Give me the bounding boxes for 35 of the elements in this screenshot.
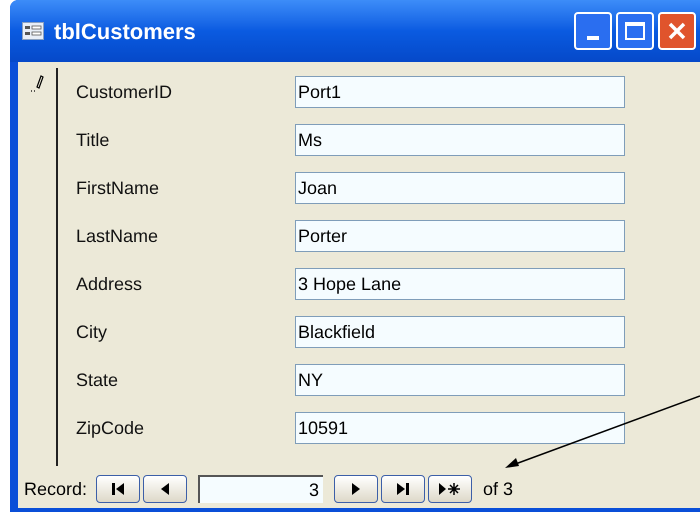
field-label: Address xyxy=(75,272,144,296)
input-field[interactable]: Blackfield xyxy=(295,316,625,348)
first-icon xyxy=(110,481,126,497)
previous-record-button[interactable] xyxy=(143,475,188,503)
field-label: ZipCode xyxy=(75,416,146,440)
input-field[interactable]: NY xyxy=(295,364,625,396)
input-field[interactable]: 10591 xyxy=(295,412,625,444)
field-label: Title xyxy=(75,128,110,152)
minimize-button[interactable] xyxy=(574,12,612,50)
previous-icon xyxy=(159,481,172,497)
last-icon xyxy=(395,481,412,497)
last-record-button[interactable] xyxy=(381,475,426,503)
record-number-field[interactable]: 3 xyxy=(198,475,324,503)
next-record-button[interactable] xyxy=(334,475,378,503)
next-icon xyxy=(350,481,362,497)
maximize-button[interactable] xyxy=(616,12,654,50)
form-icon xyxy=(22,22,44,40)
first-record-button[interactable] xyxy=(96,475,140,503)
record-label: Record: xyxy=(24,478,88,500)
pencil-icon xyxy=(30,74,44,92)
input-field[interactable]: Port1 xyxy=(295,76,625,108)
record-count: of 3 xyxy=(483,478,514,500)
input-field[interactable]: Porter xyxy=(295,220,625,252)
input-field[interactable]: Joan xyxy=(295,172,625,204)
new-record-button[interactable] xyxy=(428,475,472,503)
field-label: CustomerID xyxy=(75,80,174,104)
field-label: State xyxy=(75,368,120,392)
field-label: LastName xyxy=(75,224,160,248)
field-label: City xyxy=(75,320,108,344)
close-button[interactable] xyxy=(658,12,696,50)
input-field[interactable]: Ms xyxy=(295,124,625,156)
field-label: FirstName xyxy=(75,176,160,200)
close-icon xyxy=(667,21,687,41)
window-title: tblCustomers xyxy=(54,18,196,46)
input-field[interactable]: 3 Hope Lane xyxy=(295,268,625,300)
